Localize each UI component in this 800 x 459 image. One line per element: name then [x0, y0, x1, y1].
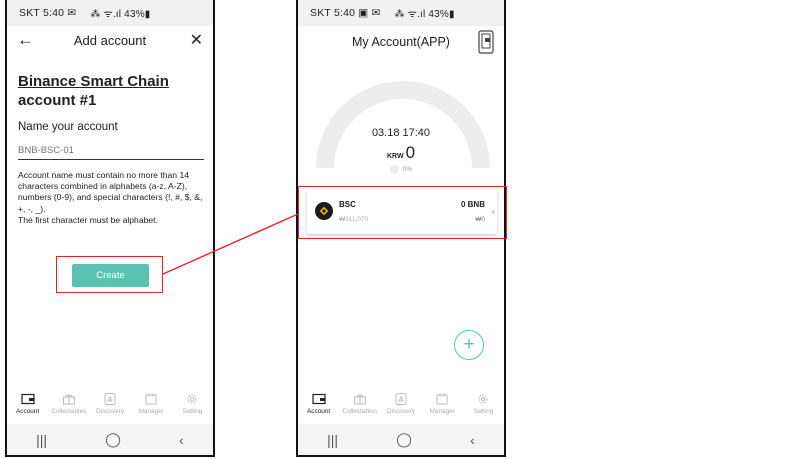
account-name-input[interactable]	[18, 141, 204, 160]
recent-apps-icon[interactable]: |||	[36, 432, 47, 448]
tab-label: Manager	[429, 408, 455, 415]
tab-label: Collectables	[342, 408, 378, 415]
legend-dot	[389, 165, 399, 174]
compass-icon	[104, 393, 116, 405]
back-icon[interactable]: ‹	[470, 432, 475, 448]
tab-setting[interactable]: Setting	[172, 390, 213, 422]
system-nav-bar: ||| ◯ ‹	[298, 424, 504, 455]
hardware-wallet-icon[interactable]	[478, 30, 494, 54]
currency-label: KRW	[386, 153, 404, 160]
tab-setting[interactable]: Setting	[463, 390, 504, 422]
account-heading: Binance Smart Chain account #1	[18, 72, 208, 110]
tab-label: Account	[307, 408, 331, 415]
back-icon[interactable]: ‹	[179, 432, 184, 448]
bottom-tab-bar: Account Collectables Discovery Manager S…	[7, 390, 213, 422]
chain-name-link[interactable]: Binance Smart Chain	[18, 73, 169, 90]
manager-icon	[145, 393, 157, 405]
name-rules-text: Account name must contain no more than 1…	[18, 170, 208, 226]
close-icon[interactable]: ✕	[190, 30, 203, 50]
tab-label: Setting	[182, 408, 203, 415]
highlight-box-asset	[298, 186, 507, 239]
manager-icon	[436, 393, 448, 405]
tab-manager[interactable]: Manager	[422, 390, 463, 422]
balance-timestamp: 03.18 17:40	[371, 127, 431, 139]
tab-discovery[interactable]: Discovery	[89, 390, 130, 422]
compass-icon	[395, 393, 407, 405]
tab-account[interactable]: Account	[298, 390, 339, 422]
tab-account[interactable]: Account	[7, 390, 48, 422]
tab-label: Discovery	[95, 408, 125, 415]
tab-collectables[interactable]: Collectables	[339, 390, 380, 422]
status-icons: ⁂ ᯤ.ıl 43%▮	[394, 9, 455, 20]
recent-apps-icon[interactable]: |||	[327, 432, 338, 448]
highlight-box-create	[56, 256, 163, 293]
status-bar: SKT 5:40 ▣ ✉ ⁂ ᯤ.ıl 43%▮	[298, 0, 504, 26]
add-account-fab[interactable]: +	[454, 330, 484, 360]
percent-value: 0%	[402, 166, 413, 174]
tab-discovery[interactable]: Discovery	[380, 390, 421, 422]
tab-manager[interactable]: Manager	[131, 390, 172, 422]
rules-line: The first character must be alphabet.	[18, 214, 158, 225]
page-title: My Account(APP)	[352, 35, 450, 49]
balance-percent: 0%	[298, 165, 504, 174]
gear-icon	[478, 394, 488, 404]
tab-collectables[interactable]: Collectables	[48, 390, 89, 422]
status-carrier-time: SKT 5:40 ▣ ✉	[310, 7, 381, 19]
balance-amount: 0	[405, 143, 416, 162]
home-icon[interactable]: ◯	[396, 431, 412, 448]
tab-label: Manager	[138, 408, 164, 415]
home-icon[interactable]: ◯	[105, 431, 121, 448]
system-nav-bar: ||| ◯ ‹	[7, 424, 213, 455]
gift-icon	[62, 394, 75, 405]
gear-icon	[187, 394, 197, 404]
tab-label: Collectables	[51, 408, 87, 415]
wallet-icon	[20, 393, 35, 405]
status-bar: SKT 5:40 ✉ ⁂ ᯤ.ıl 43%▮	[7, 0, 213, 26]
status-icons: ⁂ ᯤ.ıl 43%▮	[90, 9, 151, 20]
name-field-label: Name your account	[18, 121, 118, 133]
page-title: Add account	[73, 33, 147, 48]
app-header: ← Add account ✕	[7, 26, 213, 56]
bottom-tab-bar: Account Collectables Discovery Manager S…	[298, 390, 504, 422]
wallet-icon	[311, 393, 326, 405]
status-carrier-time: SKT 5:40 ✉	[19, 7, 77, 19]
account-heading-suffix: account #1	[18, 92, 97, 109]
gift-icon	[353, 394, 366, 405]
add-account-screen: SKT 5:40 ✉ ⁂ ᯤ.ıl 43%▮ ← Add account ✕ B…	[5, 0, 215, 457]
tab-label: Discovery	[386, 408, 416, 415]
rules-line: Account name must contain no more than 1…	[18, 170, 203, 214]
tab-label: Account	[16, 408, 40, 415]
tab-label: Setting	[473, 408, 494, 415]
total-balance: KRW 0	[298, 143, 504, 163]
